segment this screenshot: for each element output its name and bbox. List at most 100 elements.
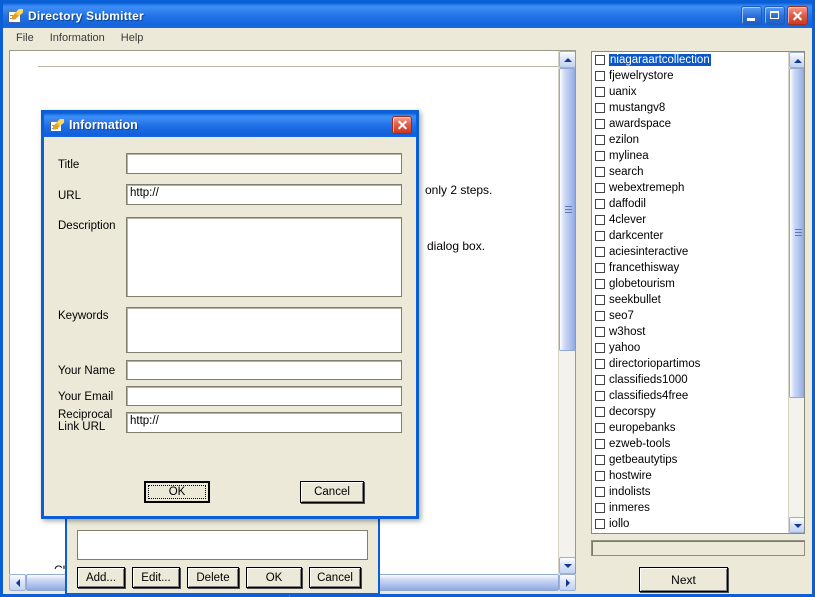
bg-cancel-button[interactable]: Cancel [309, 567, 361, 588]
list-item[interactable]: w3host [592, 324, 787, 340]
checkbox-icon[interactable] [595, 87, 605, 97]
maximize-button[interactable] [764, 6, 785, 25]
minimize-button[interactable] [741, 6, 762, 25]
checkbox-icon[interactable] [595, 279, 605, 289]
checkbox-icon[interactable] [595, 151, 605, 161]
checkbox-icon[interactable] [595, 359, 605, 369]
list-scroll-down-icon[interactable] [789, 517, 804, 533]
checkbox-icon[interactable] [595, 119, 605, 129]
checkbox-icon[interactable] [595, 487, 605, 497]
checkbox-icon[interactable] [595, 215, 605, 225]
checkbox-icon[interactable] [595, 423, 605, 433]
list-item[interactable]: seekbullet [592, 292, 787, 308]
list-item[interactable]: ezilon [592, 132, 787, 148]
next-button[interactable]: Next [639, 567, 728, 592]
bg-dialog-textarea[interactable] [77, 530, 368, 560]
checkbox-icon[interactable] [595, 231, 605, 241]
list-item[interactable]: decorspy [592, 404, 787, 420]
list-item[interactable]: mustangv8 [592, 100, 787, 116]
checkbox-icon[interactable] [595, 183, 605, 193]
checkbox-icon[interactable] [595, 55, 605, 65]
delete-button[interactable]: Delete [187, 567, 239, 588]
main-window-frame: Directory Submitter File Information Hel… [0, 0, 815, 597]
scroll-down-icon[interactable] [559, 557, 575, 574]
list-scroll-grip-icon [795, 229, 802, 237]
list-item[interactable]: globetourism [592, 276, 787, 292]
list-item[interactable]: 4clever [592, 212, 787, 228]
field-input[interactable]: http:// [126, 184, 402, 205]
list-item[interactable]: inmeres [592, 500, 787, 516]
list-item[interactable]: webextremeph [592, 180, 787, 196]
document-vertical-scrollbar[interactable] [558, 51, 575, 574]
checkbox-icon[interactable] [595, 407, 605, 417]
list-vertical-scrollbar[interactable] [788, 52, 804, 533]
list-item[interactable]: seo7 [592, 308, 787, 324]
list-item[interactable]: awardspace [592, 116, 787, 132]
information-ok-label: OK [148, 485, 206, 499]
list-item[interactable]: uanix [592, 84, 787, 100]
list-item[interactable]: classifieds4free [592, 388, 787, 404]
checkbox-icon[interactable] [595, 199, 605, 209]
checkbox-icon[interactable] [595, 103, 605, 113]
list-item[interactable]: niagaraartcollection [592, 52, 787, 68]
menu-item-help[interactable]: Help [113, 30, 152, 46]
menu-item-file[interactable]: File [8, 30, 42, 46]
scroll-right-icon[interactable] [559, 574, 576, 591]
checkbox-icon[interactable] [595, 135, 605, 145]
list-item[interactable]: directoriopartimos [592, 356, 787, 372]
add-button[interactable]: Add... [77, 567, 125, 588]
checkbox-icon[interactable] [595, 167, 605, 177]
checkbox-icon[interactable] [595, 295, 605, 305]
dialog-close-icon[interactable] [392, 116, 412, 134]
list-item[interactable]: europebanks [592, 420, 787, 436]
field-input[interactable] [126, 307, 402, 353]
information-ok-button[interactable]: OK [144, 481, 210, 503]
checkbox-icon[interactable] [595, 471, 605, 481]
list-vscroll-thumb[interactable] [789, 68, 804, 398]
checkbox-icon[interactable] [595, 327, 605, 337]
checkbox-icon[interactable] [595, 247, 605, 257]
checkbox-icon[interactable] [595, 311, 605, 321]
list-item[interactable]: getbeautytips [592, 452, 787, 468]
checkbox-icon[interactable] [595, 439, 605, 449]
scroll-up-icon[interactable] [559, 51, 575, 68]
checkbox-icon[interactable] [595, 343, 605, 353]
checkbox-icon[interactable] [595, 503, 605, 513]
field-label: Keywords [58, 310, 109, 322]
list-item[interactable]: daffodil [592, 196, 787, 212]
information-cancel-button[interactable]: Cancel [300, 481, 364, 503]
list-item[interactable]: darkcenter [592, 228, 787, 244]
list-item[interactable]: classifieds1000 [592, 372, 787, 388]
field-input[interactable] [126, 153, 402, 174]
list-item-label: classifieds4free [609, 390, 689, 402]
edit-button[interactable]: Edit... [132, 567, 180, 588]
list-item[interactable]: search [592, 164, 787, 180]
checkbox-icon[interactable] [595, 391, 605, 401]
list-item[interactable]: aciesinteractive [592, 244, 787, 260]
checkbox-icon[interactable] [595, 375, 605, 385]
field-input[interactable] [126, 386, 402, 406]
list-item[interactable]: indolists [592, 484, 787, 500]
list-item-label: awardspace [609, 118, 672, 130]
list-item[interactable]: yahoo [592, 340, 787, 356]
checkbox-icon[interactable] [595, 519, 605, 529]
bg-ok-button[interactable]: OK [246, 567, 302, 588]
site-list-box[interactable]: niagaraartcollection fjewelrystore uanix mu… [591, 51, 805, 534]
menu-item-information[interactable]: Information [42, 30, 113, 46]
checkbox-icon[interactable] [595, 71, 605, 81]
checkbox-icon[interactable] [595, 455, 605, 465]
list-item[interactable]: ezweb-tools [592, 436, 787, 452]
list-item[interactable]: iollo [592, 516, 787, 532]
scroll-left-icon[interactable] [9, 574, 26, 591]
field-input[interactable]: http:// [126, 412, 402, 433]
vscroll-thumb[interactable] [559, 68, 575, 351]
close-button[interactable] [787, 6, 808, 25]
list-item[interactable]: francethisway [592, 260, 787, 276]
list-scroll-up-icon[interactable] [789, 52, 804, 68]
checkbox-icon[interactable] [595, 263, 605, 273]
list-item[interactable]: mylinea [592, 148, 787, 164]
field-input[interactable] [126, 217, 402, 297]
list-item[interactable]: fjewelrystore [592, 68, 787, 84]
field-input[interactable] [126, 360, 402, 380]
list-item[interactable]: hostwire [592, 468, 787, 484]
